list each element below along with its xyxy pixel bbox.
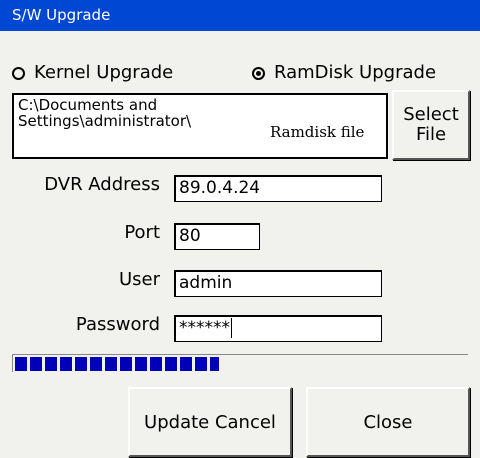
update-cancel-button[interactable]: Update Cancel xyxy=(128,387,292,457)
file-caption: Ramdisk file xyxy=(270,123,365,141)
port-input[interactable]: 80 xyxy=(174,223,260,250)
ramdisk-upgrade-radio[interactable] xyxy=(252,66,265,80)
file-path-box[interactable]: C:\Documents and Settings\administrator\… xyxy=(12,93,388,159)
user-input[interactable]: admin xyxy=(174,270,382,297)
dvr-address-label: DVR Address xyxy=(44,174,160,195)
title-bar[interactable]: S/W Upgrade xyxy=(0,0,480,31)
ramdisk-upgrade-label: RamDisk Upgrade xyxy=(274,62,437,83)
kernel-upgrade-label: Kernel Upgrade xyxy=(34,62,174,83)
user-label: User xyxy=(118,269,160,290)
upload-progress-bar xyxy=(12,354,468,372)
password-input[interactable]: ****** xyxy=(174,315,382,342)
close-button[interactable]: Close xyxy=(306,387,470,457)
password-value: ****** xyxy=(179,318,230,338)
file-path-text: C:\Documents and Settings\administrator\ xyxy=(18,96,192,130)
dvr-address-input[interactable]: 89.0.4.24 xyxy=(174,175,382,202)
password-label: Password xyxy=(75,314,160,335)
window-title: S/W Upgrade xyxy=(12,6,111,24)
port-label: Port xyxy=(124,222,160,243)
progress-fill xyxy=(15,357,219,371)
sw-upgrade-dialog: S/W Upgrade Kernel Upgrade RamDisk Upgra… xyxy=(0,0,480,458)
select-file-button[interactable]: Select File xyxy=(392,90,470,160)
ramdisk-upgrade-option[interactable]: RamDisk Upgrade xyxy=(252,62,436,84)
text-cursor xyxy=(231,318,232,338)
kernel-upgrade-radio[interactable] xyxy=(12,66,25,80)
kernel-upgrade-option[interactable]: Kernel Upgrade xyxy=(12,62,173,84)
